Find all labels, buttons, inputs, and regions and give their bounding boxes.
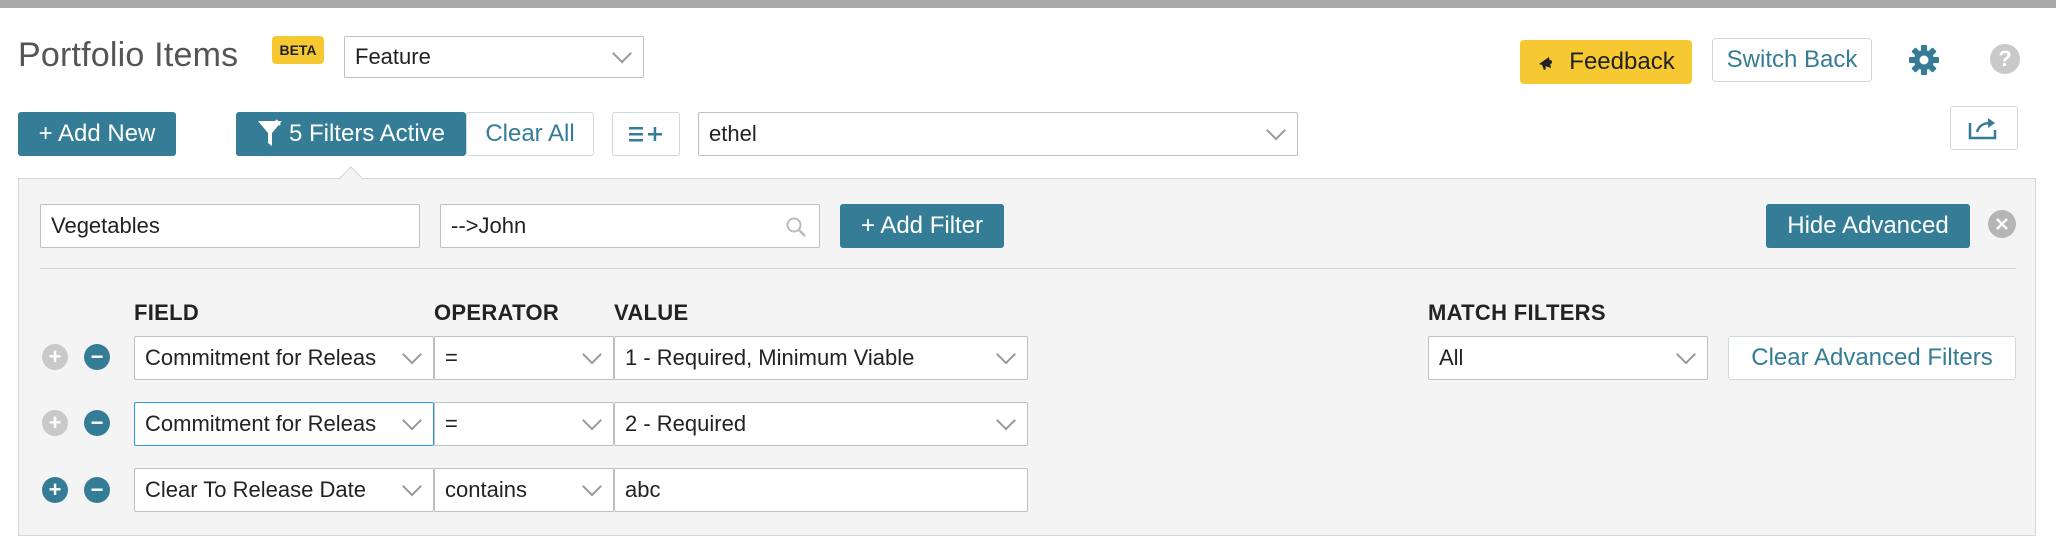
filters-active-label: 5 Filters Active xyxy=(288,120,446,147)
operator-column-header: OPERATOR xyxy=(434,300,560,325)
value-input-value: abc xyxy=(625,477,661,502)
chevron-down-icon xyxy=(402,410,422,431)
beta-badge: BETA xyxy=(272,36,324,64)
operator-select-value: = xyxy=(445,411,458,436)
add-filter-button[interactable]: + Add Filter xyxy=(840,204,1004,248)
chevron-down-icon xyxy=(582,410,602,431)
value-select-row-1[interactable]: 1 - Required, Minimum Viable xyxy=(614,336,1028,380)
field-select-value: Clear To Release Date xyxy=(145,477,366,502)
type-select[interactable]: Feature xyxy=(344,36,644,78)
minus-circle-icon[interactable]: − xyxy=(84,477,110,503)
user-search-input[interactable]: -->John xyxy=(440,204,820,248)
search-icon xyxy=(786,217,806,237)
export-icon xyxy=(1968,118,1997,140)
add-filter-label: + Add Filter xyxy=(860,212,984,239)
field-select-row-3[interactable]: Clear To Release Date xyxy=(134,468,434,512)
chevron-down-icon xyxy=(1676,344,1696,365)
switch-back-button[interactable]: Switch Back xyxy=(1712,38,1872,82)
field-select-value: Commitment for Releas xyxy=(145,345,377,370)
chevron-down-icon xyxy=(996,410,1016,431)
chevron-down-icon xyxy=(582,344,602,365)
field-select-value: Commitment for Releas xyxy=(145,411,377,436)
plus-circle-icon[interactable]: + xyxy=(42,410,68,436)
match-filters-select[interactable]: All xyxy=(1428,336,1708,380)
plus-circle-icon[interactable]: + xyxy=(42,344,68,370)
value-select-row-2[interactable]: 2 - Required xyxy=(614,402,1028,446)
chevron-down-icon xyxy=(612,43,632,64)
feedback-label: Feedback xyxy=(1569,48,1675,75)
filter-icon xyxy=(257,119,282,146)
feedback-button[interactable]: Feedback xyxy=(1520,40,1692,84)
chevron-down-icon xyxy=(996,344,1016,365)
gear-icon xyxy=(1909,45,1939,75)
plus-circle-icon[interactable]: + xyxy=(42,477,68,503)
close-circle-icon[interactable] xyxy=(1988,210,2016,238)
add-column-button[interactable] xyxy=(612,112,680,156)
field-select-row-1[interactable]: Commitment for Releas xyxy=(134,336,434,380)
hide-advanced-label: Hide Advanced xyxy=(1787,212,1949,239)
owner-select-value: ethel xyxy=(709,121,757,146)
user-search-value: -->John xyxy=(451,213,527,238)
field-column-header: FIELD xyxy=(134,300,200,325)
field-select-row-2[interactable]: Commitment for Releas xyxy=(134,402,434,446)
megaphone-icon xyxy=(1539,57,1553,70)
page-title: Portfolio Items xyxy=(18,36,239,74)
value-input-row-3[interactable]: abc xyxy=(614,468,1028,512)
chevron-down-icon xyxy=(1266,120,1286,141)
switch-back-label: Switch Back xyxy=(1726,46,1858,73)
filters-active-button[interactable]: 5 Filters Active xyxy=(236,112,466,156)
match-filters-header: MATCH FILTERS xyxy=(1428,300,1606,325)
minus-circle-icon[interactable]: − xyxy=(84,344,110,370)
minus-circle-icon[interactable]: − xyxy=(84,410,110,436)
add-column-icon xyxy=(629,127,662,142)
add-new-button[interactable]: + Add New xyxy=(18,112,176,156)
keyword-filter-value: Vegetables xyxy=(51,213,160,238)
add-new-label: + Add New xyxy=(38,120,156,147)
owner-select[interactable]: ethel xyxy=(698,112,1298,156)
top-border xyxy=(0,0,2056,8)
hide-advanced-button[interactable]: Hide Advanced xyxy=(1766,204,1970,248)
operator-select-row-1[interactable]: = xyxy=(434,336,614,380)
type-select-value: Feature xyxy=(355,44,431,69)
settings-button[interactable] xyxy=(1906,42,1942,78)
match-filters-value: All xyxy=(1439,345,1464,370)
chevron-down-icon xyxy=(582,476,602,497)
operator-select-row-2[interactable]: = xyxy=(434,402,614,446)
chevron-down-icon xyxy=(402,344,422,365)
export-button[interactable] xyxy=(1950,106,2018,150)
chevron-down-icon xyxy=(402,476,422,497)
help-icon[interactable]: ? xyxy=(1990,44,2020,74)
clear-advanced-filters-button[interactable]: Clear Advanced Filters xyxy=(1728,336,2016,380)
clear-advanced-filters-label: Clear Advanced Filters xyxy=(1751,344,1993,371)
value-column-header: VALUE xyxy=(614,300,689,325)
clear-all-button[interactable]: Clear All xyxy=(466,112,594,156)
operator-select-value: = xyxy=(445,345,458,370)
keyword-filter-input[interactable]: Vegetables xyxy=(40,204,420,248)
value-select-value: 2 - Required xyxy=(625,411,747,436)
value-select-value: 1 - Required, Minimum Viable xyxy=(625,345,915,370)
operator-select-value: contains xyxy=(445,477,527,502)
operator-select-row-3[interactable]: contains xyxy=(434,468,614,512)
clear-all-label: Clear All xyxy=(485,120,575,147)
panel-divider xyxy=(40,268,2016,269)
